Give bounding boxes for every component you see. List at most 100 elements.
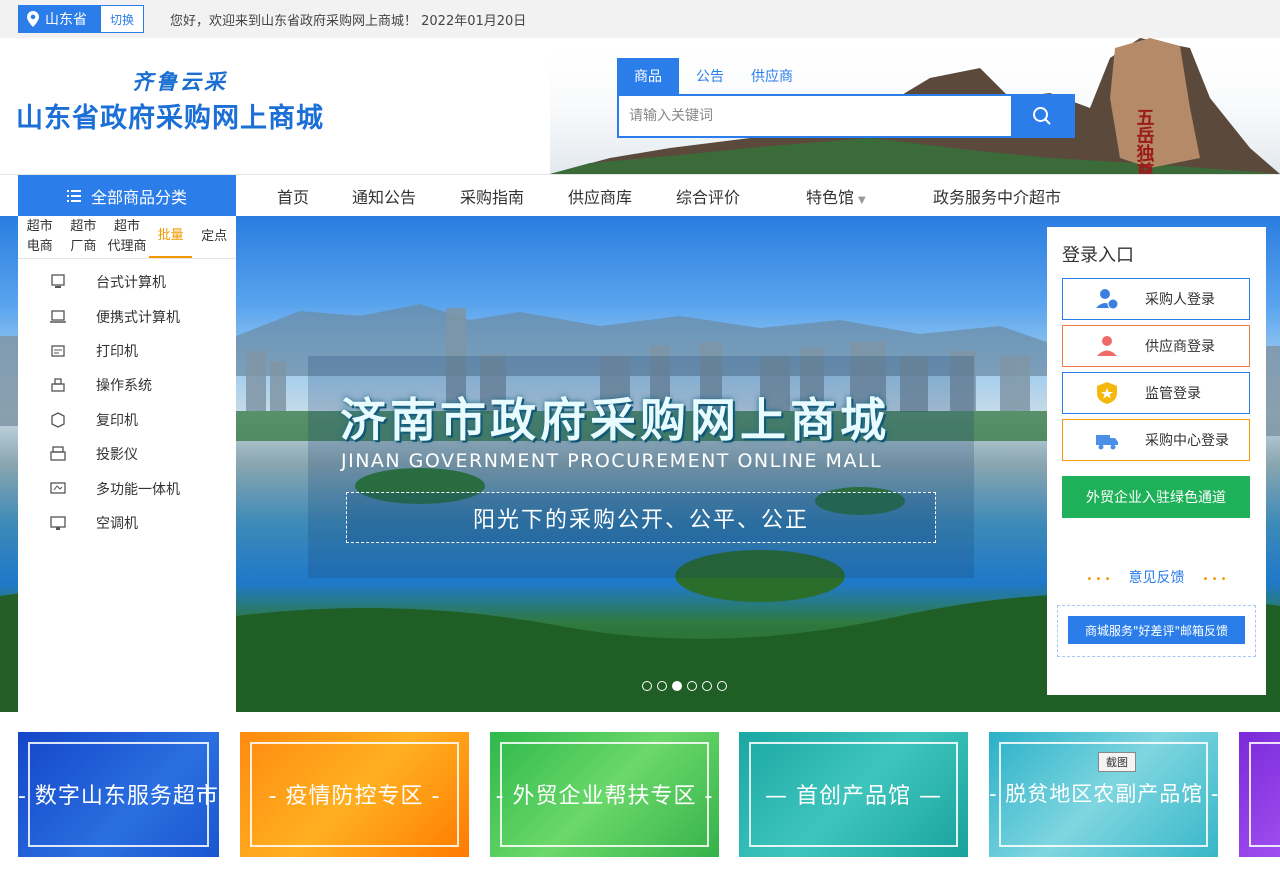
site-logo-title[interactable]: 山东省政府采购网上商城 bbox=[16, 96, 324, 135]
category-item[interactable]: 台式计算机 bbox=[18, 265, 236, 299]
card-frame bbox=[1249, 742, 1280, 847]
nav-item-notices[interactable]: 通知公告 bbox=[352, 184, 416, 208]
decor-dots-icon: • • • bbox=[1202, 574, 1227, 585]
card-title: - 疫情防控专区 - bbox=[268, 784, 441, 809]
caret-down-icon: ▼ bbox=[858, 195, 866, 206]
card-epidemic-zone[interactable]: - 疫情防控专区 - bbox=[240, 732, 469, 857]
projector-icon bbox=[48, 444, 68, 464]
tab-supermarket-agent[interactable]: 超市 代理商 bbox=[105, 216, 149, 258]
nav-item-agency-market[interactable]: 政务服务中介超市 bbox=[933, 184, 1061, 208]
carousel-dots bbox=[642, 681, 732, 691]
category-label: 便携式计算机 bbox=[96, 309, 180, 326]
decor-dots-icon: • • • bbox=[1086, 574, 1111, 585]
search-tab-goods[interactable]: 商品 bbox=[617, 58, 679, 94]
category-item[interactable]: 多功能一体机 bbox=[18, 471, 236, 505]
screenshot-tooltip: 截图 bbox=[1098, 752, 1136, 772]
mail-feedback-box: 商城服务"好差评"邮箱反馈 bbox=[1057, 605, 1256, 657]
tab-supermarket-manufacturer[interactable]: 超市 厂商 bbox=[62, 216, 106, 258]
category-sidebar: 超市 电商 超市 厂商 超市 代理商 批量 定点 台式计算机 便携式计算机 打印机 操… bbox=[18, 216, 236, 712]
carousel-dot[interactable] bbox=[702, 681, 712, 691]
feedback-link[interactable]: • • • 意见反馈 • • • bbox=[1047, 567, 1266, 587]
nav-item-guide[interactable]: 采购指南 bbox=[460, 184, 524, 208]
air-conditioner-icon bbox=[48, 513, 68, 533]
nav-item-home[interactable]: 首页 bbox=[277, 184, 309, 208]
purchaser-user-icon bbox=[1093, 285, 1121, 313]
card-innovation-products[interactable]: — 首创产品馆 — bbox=[739, 732, 968, 857]
top-bar: 山东省 切换 您好，欢迎来到山东省政府采购网上商城！ 2022年01月20日 bbox=[0, 0, 1280, 38]
region-name: 山东省 bbox=[45, 12, 87, 28]
search-type-tabs: 商品 公告 供应商 bbox=[617, 58, 803, 94]
nav-item-featured[interactable]: 特色馆 ▼ bbox=[806, 184, 866, 208]
feature-cards: - 数字山东服务超市 - - 疫情防控专区 - - 外贸企业帮扶专区 - — 首… bbox=[0, 712, 1280, 876]
category-label: 多功能一体机 bbox=[96, 481, 180, 498]
copier-icon bbox=[48, 410, 68, 430]
category-label: 空调机 bbox=[96, 515, 138, 532]
supervisor-login-label: 监管登录 bbox=[1145, 386, 1201, 402]
banner-slogan: 阳光下的采购公开、公平、公正 bbox=[346, 492, 936, 543]
tab-supermarket-ecommerce[interactable]: 超市 电商 bbox=[18, 216, 62, 258]
location-pin-icon bbox=[27, 11, 39, 27]
carousel-dot[interactable] bbox=[717, 681, 727, 691]
supplier-login-label: 供应商登录 bbox=[1145, 339, 1215, 355]
carousel-dot[interactable] bbox=[687, 681, 697, 691]
region-selector[interactable]: 山东省 切换 bbox=[18, 5, 144, 33]
main-nav: 全部商品分类 首页 通知公告 采购指南 供应商库 综合评价 特色馆 ▼ 政务服务中… bbox=[0, 174, 1280, 217]
search-box bbox=[617, 94, 1075, 138]
card-digital-shandong[interactable]: - 数字山东服务超市 - bbox=[18, 732, 219, 857]
carousel-dot[interactable] bbox=[657, 681, 667, 691]
center-login-label: 采购中心登录 bbox=[1145, 433, 1229, 449]
card-partial-next[interactable] bbox=[1239, 732, 1280, 857]
center-login-button[interactable]: 采购中心登录 bbox=[1062, 419, 1250, 461]
all-categories-button[interactable]: 全部商品分类 bbox=[18, 175, 236, 217]
category-label: 台式计算机 bbox=[96, 275, 166, 292]
category-label: 操作系统 bbox=[96, 378, 152, 395]
search-icon bbox=[1033, 107, 1051, 125]
carousel-dot[interactable] bbox=[642, 681, 652, 691]
card-foreign-trade-zone[interactable]: - 外贸企业帮扶专区 - bbox=[490, 732, 719, 857]
search-button[interactable] bbox=[1011, 96, 1073, 136]
mail-feedback-button[interactable]: 商城服务"好差评"邮箱反馈 bbox=[1068, 616, 1245, 644]
card-title: - 外贸企业帮扶专区 - bbox=[495, 784, 714, 809]
printer-icon bbox=[48, 341, 68, 361]
nav-item-evaluation[interactable]: 综合评价 bbox=[676, 184, 740, 208]
multifunction-icon bbox=[48, 479, 68, 499]
tab-bulk[interactable]: 批量 bbox=[148, 216, 193, 258]
card-title: — 首创产品馆 — bbox=[765, 784, 942, 809]
category-item[interactable]: 复印机 bbox=[18, 403, 236, 437]
category-tabs: 超市 电商 超市 厂商 超市 代理商 批量 定点 bbox=[18, 216, 236, 259]
supplier-user-icon bbox=[1093, 332, 1121, 360]
search-tab-notice[interactable]: 公告 bbox=[679, 58, 741, 94]
list-menu-icon bbox=[66, 190, 81, 202]
category-item[interactable]: 便携式计算机 bbox=[18, 299, 236, 333]
supplier-login-button[interactable]: 供应商登录 bbox=[1062, 325, 1250, 367]
search-input[interactable] bbox=[619, 96, 1011, 136]
banner-subtitle: JINAN GOVERNMENT PROCUREMENT ONLINE MALL bbox=[341, 450, 883, 472]
tab-label: 超市 厂商 bbox=[70, 219, 97, 254]
card-poverty-agri-products[interactable]: - 脱贫地区农副产品馆 - bbox=[989, 732, 1218, 857]
category-label: 打印机 bbox=[96, 343, 138, 360]
green-channel-button[interactable]: 外贸企业入驻绿色通道 bbox=[1062, 476, 1250, 518]
login-title: 登录入口 bbox=[1062, 245, 1134, 266]
category-item[interactable]: 操作系统 bbox=[18, 368, 236, 402]
category-label: 复印机 bbox=[96, 412, 138, 429]
tab-designated[interactable]: 定点 bbox=[192, 216, 236, 258]
login-panel: 登录入口 采购人登录 供应商登录 监管登录 采购中心登录 外贸企业入驻绿色通道 … bbox=[1047, 227, 1266, 695]
purchaser-login-button[interactable]: 采购人登录 bbox=[1062, 278, 1250, 320]
region-switch-button[interactable]: 切换 bbox=[101, 6, 143, 32]
laptop-icon bbox=[48, 307, 68, 327]
category-item[interactable]: 投影仪 bbox=[18, 437, 236, 471]
all-categories-label: 全部商品分类 bbox=[90, 188, 187, 207]
search-tab-supplier[interactable]: 供应商 bbox=[741, 58, 803, 94]
card-title: - 数字山东服务超市 - bbox=[18, 784, 219, 809]
tab-label: 超市 代理商 bbox=[107, 219, 147, 254]
header: 齐鲁云采 山东省政府采购网上商城 五岳独尊 商品 公告 供应商 bbox=[0, 38, 1280, 174]
category-item[interactable]: 空调机 bbox=[18, 506, 236, 540]
supervisor-login-button[interactable]: 监管登录 bbox=[1062, 372, 1250, 414]
tab-label: 超市 电商 bbox=[26, 219, 53, 254]
nav-item-supplier-library[interactable]: 供应商库 bbox=[568, 184, 632, 208]
purchaser-login-label: 采购人登录 bbox=[1145, 292, 1215, 308]
region-current: 山东省 bbox=[19, 6, 101, 32]
carousel-dot-active[interactable] bbox=[672, 681, 682, 691]
category-item[interactable]: 打印机 bbox=[18, 334, 236, 368]
os-icon bbox=[48, 375, 68, 395]
